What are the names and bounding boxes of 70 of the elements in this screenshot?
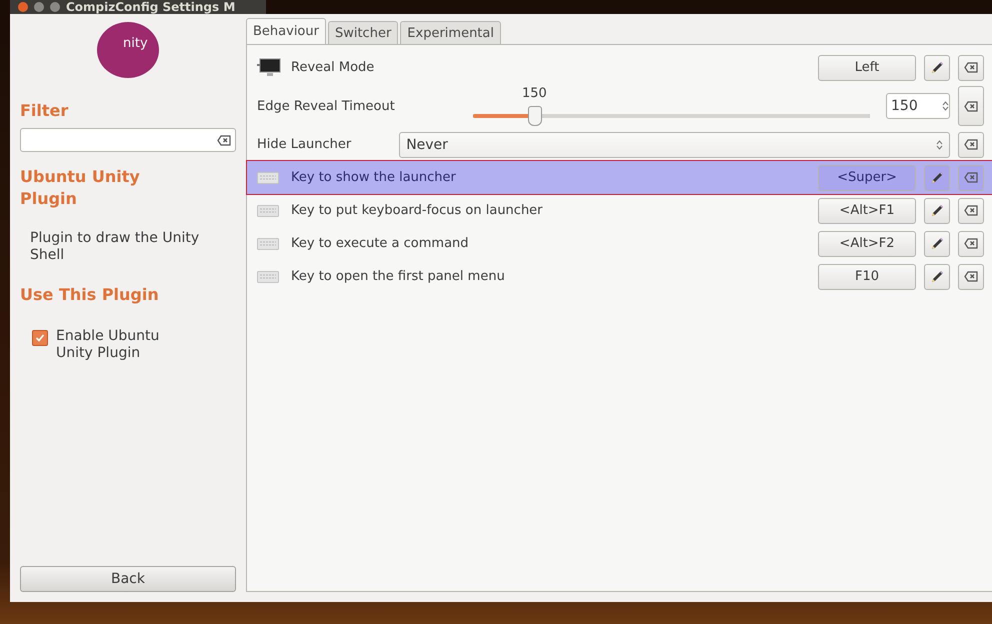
value-button[interactable]: F10 [818,264,916,290]
reset-button[interactable] [958,164,984,190]
clear-icon [964,100,978,112]
value-button[interactable]: Left [818,54,916,80]
value-button[interactable]: <Alt>F1 [818,198,916,224]
tab[interactable]: Experimental [400,21,501,44]
setting-row[interactable]: Key to execute a command <Alt>F2 [247,227,992,260]
keyboard-icon [257,172,279,184]
selected-setting-row[interactable]: Key to show the launcher <Super> [247,161,992,194]
filter-heading: Filter [20,100,70,122]
checkbox-label: Enable Ubuntu Unity Plugin [56,328,160,362]
reset-button[interactable] [958,264,984,290]
clear-icon [217,134,231,146]
setting-label: Key to put keyboard-focus on launcher [291,203,543,218]
reset-button[interactable] [958,86,984,126]
setting-label: Key to open the first panel menu [291,269,505,284]
plugin-title: Ubuntu Unity Plugin [20,166,141,210]
checkmark-icon [35,333,45,343]
reset-button[interactable] [958,230,984,256]
dropdown[interactable]: Never [399,132,950,158]
reset-button[interactable] [958,198,984,224]
pencil-icon [929,268,945,284]
updown-arrows-icon [936,138,943,150]
window-title: CompizConfig Settings M [66,0,236,14]
pencil-icon [929,202,945,218]
clear-icon [964,139,978,150]
keyboard-icon [257,270,279,282]
setting-label: Edge Reveal Timeout [257,98,395,114]
edit-button[interactable] [924,264,950,290]
pencil-icon [929,60,945,76]
slider-thumb[interactable] [528,106,542,126]
setting-row[interactable]: Key to open the first panel menu F10 [247,260,992,293]
clear-icon [964,205,978,216]
edit-button[interactable] [924,230,950,256]
plugin-description: Plugin to draw the Unity Shell [29,229,200,265]
setting-label: Key to show the launcher [291,170,456,185]
logo-text: nity [123,36,148,51]
pencil-icon [929,236,945,252]
minimize-button[interactable] [34,2,44,12]
keyboard-icon [257,238,279,250]
edit-button[interactable] [924,164,950,190]
enable-checkbox[interactable] [32,330,48,346]
setting-label: Key to execute a command [291,236,469,251]
setting-row[interactable]: Key to put keyboard-focus on launcher <Alt>F1 [247,194,992,227]
filter-field[interactable] [20,128,236,152]
edit-button[interactable] [924,198,950,224]
section-heading: Use This Plugin [20,284,160,306]
value-button[interactable]: <Alt>F2 [818,230,916,256]
setting-label: Hide Launcher [257,137,352,152]
close-button[interactable] [18,2,28,12]
setting-label: Reveal Mode [291,60,374,75]
clear-icon [964,172,978,183]
edit-button[interactable] [924,54,950,80]
pencil-icon [929,170,945,186]
updown-arrows-icon [942,100,949,112]
value-button[interactable]: <Super> [818,164,916,190]
maximize-button[interactable] [50,2,60,12]
slider-reading: 150 [522,86,547,101]
clear-icon [964,238,978,249]
number-field[interactable]: 150 [886,93,950,119]
clear-icon [964,62,978,73]
tab[interactable]: Behaviour [246,18,326,44]
tab[interactable]: Switcher [328,21,398,44]
keyboard-icon [257,204,279,216]
back-button[interactable]: Back [20,566,236,592]
setting-row[interactable]: Reveal Mode Left [247,51,992,84]
reset-button[interactable] [958,54,984,80]
clear-icon [964,271,978,282]
monitor-icon [257,58,281,78]
reset-button[interactable] [958,132,984,158]
